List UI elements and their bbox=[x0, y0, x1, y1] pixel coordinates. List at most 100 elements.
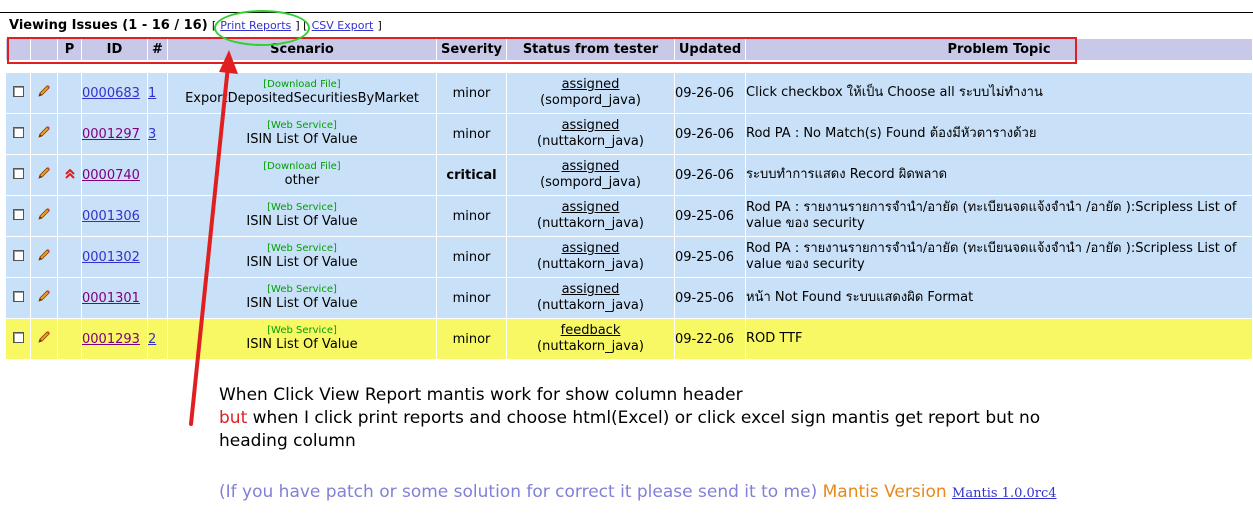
issue-problem-topic: Click checkbox ให้เป็น Choose all ระบบไม… bbox=[746, 73, 1253, 114]
issue-problem-topic: Rod PA : รายงานรายการจำนำ/อายัด (ทะเบียน… bbox=[746, 237, 1253, 278]
issue-status-link[interactable]: assigned bbox=[507, 282, 674, 298]
row-checkbox[interactable] bbox=[12, 126, 24, 138]
row-edit-cell bbox=[31, 237, 58, 278]
issue-severity: minor bbox=[437, 278, 507, 319]
issue-updated: 09-26-06 bbox=[675, 155, 746, 196]
row-id-cell: 0001306 bbox=[82, 196, 148, 237]
row-priority-cell bbox=[58, 319, 82, 360]
row-id-cell: 0001302 bbox=[82, 237, 148, 278]
issue-category: [Web Service] bbox=[267, 120, 337, 131]
csv-export-link[interactable]: CSV Export bbox=[312, 19, 374, 32]
issue-row: 0001297 3 [Web Service] ISIN List Of Value m… bbox=[6, 114, 1253, 155]
issue-id-link[interactable]: 0001302 bbox=[82, 250, 140, 265]
issue-category: [Web Service] bbox=[267, 202, 337, 213]
row-scenario-cell: [Web Service] ISIN List Of Value bbox=[168, 196, 437, 237]
row-edit-cell bbox=[31, 155, 58, 196]
edit-pencil-icon[interactable] bbox=[37, 84, 51, 102]
row-id-cell: 0001301 bbox=[82, 278, 148, 319]
issue-id-link[interactable]: 0000683 bbox=[82, 86, 140, 101]
footer-request: (If you have patch or some solution for … bbox=[219, 482, 818, 502]
row-notes-cell bbox=[148, 237, 168, 278]
row-priority-cell bbox=[58, 278, 82, 319]
edit-pencil-icon[interactable] bbox=[37, 125, 51, 143]
issue-status-link[interactable]: assigned bbox=[507, 118, 674, 134]
edit-pencil-icon[interactable] bbox=[37, 289, 51, 307]
issue-handler: (nuttakorn_java) bbox=[537, 339, 644, 354]
edit-pencil-icon[interactable] bbox=[37, 248, 51, 266]
row-select-cell bbox=[6, 278, 31, 319]
issue-handler: (sompord_java) bbox=[540, 175, 641, 190]
issue-handler: (nuttakorn_java) bbox=[537, 216, 644, 231]
row-status-cell: assigned (sompord_java) bbox=[507, 73, 675, 114]
issue-scenario: ISIN List Of Value bbox=[246, 132, 358, 147]
issue-severity: minor bbox=[437, 114, 507, 155]
row-notes-cell bbox=[148, 196, 168, 237]
issue-row: 0001306 [Web Service] ISIN List Of Value mi… bbox=[6, 196, 1253, 237]
issue-severity: minor bbox=[437, 73, 507, 114]
row-status-cell: feedback (nuttakorn_java) bbox=[507, 319, 675, 360]
edit-pencil-icon[interactable] bbox=[37, 207, 51, 225]
annotation-footer: (If you have patch or some solution for … bbox=[219, 482, 1057, 502]
issue-updated: 09-25-06 bbox=[675, 278, 746, 319]
annotation-but: but bbox=[219, 408, 248, 428]
row-edit-cell bbox=[31, 278, 58, 319]
issue-status-link[interactable]: assigned bbox=[507, 241, 674, 257]
row-checkbox[interactable] bbox=[12, 290, 24, 302]
issue-status-link[interactable]: assigned bbox=[507, 77, 674, 93]
row-checkbox[interactable] bbox=[12, 85, 24, 97]
row-notes-cell: 3 bbox=[148, 114, 168, 155]
row-scenario-cell: [Web Service] ISIN List Of Value bbox=[168, 319, 437, 360]
edit-pencil-icon[interactable] bbox=[37, 330, 51, 348]
issue-id-link[interactable]: 0000740 bbox=[82, 168, 140, 183]
notes-count-link[interactable]: 1 bbox=[148, 86, 156, 101]
row-scenario-cell: [Download File] other bbox=[168, 155, 437, 196]
issue-category: [Download File] bbox=[263, 161, 341, 172]
row-checkbox[interactable] bbox=[12, 249, 24, 261]
row-status-cell: assigned (nuttakorn_java) bbox=[507, 196, 675, 237]
top-rule bbox=[0, 12, 1253, 13]
row-priority-cell bbox=[58, 155, 82, 196]
row-id-cell: 0001297 bbox=[82, 114, 148, 155]
bracket-close: ] bbox=[377, 19, 382, 32]
notes-count-link[interactable]: 2 bbox=[148, 332, 156, 347]
issue-category: [Web Service] bbox=[267, 243, 337, 254]
row-edit-cell bbox=[31, 114, 58, 155]
issue-handler: (nuttakorn_java) bbox=[537, 257, 644, 272]
annotation-line3: heading column bbox=[219, 431, 356, 451]
row-checkbox[interactable] bbox=[12, 167, 24, 179]
issue-problem-topic: ระบบทำการแสดง Record ผิดพลาด bbox=[746, 155, 1253, 196]
row-select-cell bbox=[6, 155, 31, 196]
issue-scenario: ISIN List Of Value bbox=[246, 255, 358, 270]
row-checkbox[interactable] bbox=[12, 208, 24, 220]
row-priority-cell bbox=[58, 196, 82, 237]
row-checkbox[interactable] bbox=[12, 331, 24, 343]
issue-row: 0001302 [Web Service] ISIN List Of Value mi… bbox=[6, 237, 1253, 278]
issue-handler: (nuttakorn_java) bbox=[537, 298, 644, 313]
issue-id-link[interactable]: 0001306 bbox=[82, 209, 140, 224]
row-select-cell bbox=[6, 237, 31, 278]
row-priority-cell bbox=[58, 114, 82, 155]
annotation-line1: When Click View Report mantis work for s… bbox=[219, 385, 743, 405]
row-status-cell: assigned (nuttakorn_java) bbox=[507, 114, 675, 155]
row-select-cell bbox=[6, 196, 31, 237]
annotation-green-oval bbox=[214, 10, 310, 46]
issue-id-link[interactable]: 0001297 bbox=[82, 127, 140, 142]
edit-pencil-icon[interactable] bbox=[37, 166, 51, 184]
issue-id-link[interactable]: 0001301 bbox=[82, 291, 140, 306]
row-scenario-cell: [Web Service] ISIN List Of Value bbox=[168, 237, 437, 278]
mantis-version-link[interactable]: Mantis 1.0.0rc4 bbox=[952, 486, 1056, 501]
annotation-line2: but when I click print reports and choos… bbox=[219, 407, 1040, 430]
notes-count-link[interactable]: 3 bbox=[148, 127, 156, 142]
issue-status-link[interactable]: assigned bbox=[507, 200, 674, 216]
row-scenario-cell: [Web Service] ISIN List Of Value bbox=[168, 114, 437, 155]
issue-status-link[interactable]: feedback bbox=[507, 323, 674, 339]
issue-updated: 09-25-06 bbox=[675, 237, 746, 278]
row-id-cell: 0000683 bbox=[82, 73, 148, 114]
issue-status-link[interactable]: assigned bbox=[507, 159, 674, 175]
footer-version-label: Mantis Version bbox=[822, 482, 947, 502]
row-edit-cell bbox=[31, 319, 58, 360]
issue-id-link[interactable]: 0001293 bbox=[82, 332, 140, 347]
viewing-issues-header: Viewing Issues (1 - 16 / 16) [ Print Rep… bbox=[9, 18, 382, 33]
row-id-cell: 0000740 bbox=[82, 155, 148, 196]
issue-scenario: ISIN List Of Value bbox=[246, 296, 358, 311]
